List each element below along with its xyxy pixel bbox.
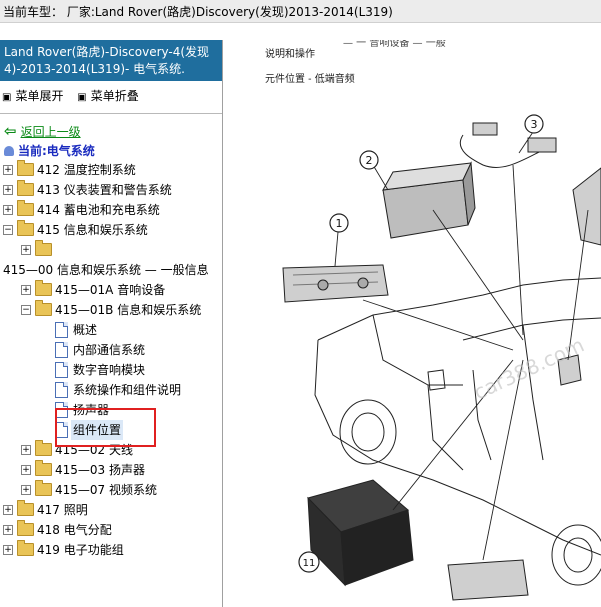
folder-icon xyxy=(17,540,34,556)
tree-item-415-00[interactable]: + xyxy=(0,240,222,260)
callout-1-label: 1 xyxy=(336,217,343,230)
window-title-bar: 当前车型： 厂家:Land Rover(路虎)Discovery(发现)2013… xyxy=(0,0,601,23)
folder-icon xyxy=(17,180,34,196)
tree-doc-system-operation[interactable]: 系统操作和组件说明 xyxy=(0,380,222,400)
tree-doc-overview[interactable]: 概述 xyxy=(0,320,222,340)
document-icon xyxy=(55,382,68,398)
document-icon xyxy=(55,362,68,378)
folder-icon xyxy=(35,460,52,476)
tree-item-413[interactable]: + 413 仪表装置和警告系统 xyxy=(0,180,222,200)
folder-icon xyxy=(17,200,34,216)
expand-icon[interactable]: + xyxy=(3,545,13,555)
folder-icon xyxy=(17,500,34,516)
front-wheel-hub xyxy=(351,412,385,452)
expand-icon[interactable]: + xyxy=(21,465,31,475)
square-icon: ▣ xyxy=(77,92,87,103)
expand-icon[interactable]: + xyxy=(3,525,13,535)
expand-icon[interactable]: + xyxy=(3,505,13,515)
tree-item-415[interactable]: − 415 信息和娱乐系统 xyxy=(0,220,222,240)
back-link[interactable]: 返回上一级 xyxy=(21,125,81,139)
rear-wheel xyxy=(551,524,601,586)
component-diagram: 1 2 3 11 car388.com xyxy=(282,114,601,601)
tree-item-415-01b[interactable]: − 415—01B 信息和娱乐系统 xyxy=(0,300,222,320)
document-icon xyxy=(55,322,68,338)
component-lower-module xyxy=(447,559,529,601)
menu-toolbar: ▣ 菜单展开 ▣ 菜单折叠 xyxy=(0,81,222,114)
tree-item-415-00-label[interactable]: 415—00 信息和娱乐系统 — 一般信息 xyxy=(0,260,222,280)
expand-icon[interactable]: + xyxy=(21,245,31,255)
expand-icon[interactable]: + xyxy=(21,285,31,295)
collapse-icon[interactable]: − xyxy=(3,225,13,235)
tree-item-415-03[interactable]: + 415—03 扬声器 xyxy=(0,460,222,480)
tree-doc-intercom[interactable]: 内部通信系统 xyxy=(0,340,222,360)
highlight-box xyxy=(55,408,156,447)
folder-icon xyxy=(35,480,52,496)
square-icon: ▣ xyxy=(2,92,12,103)
content-pane: — 一 音响设备 — 一般 说明和操作 元件位置 - 低端音频 1 2 3 11… xyxy=(223,40,601,607)
folder-open-icon xyxy=(35,300,52,316)
folder-icon xyxy=(17,520,34,536)
vehicle-window-line xyxy=(462,317,601,341)
callout-11-label: 11 xyxy=(303,558,316,569)
vehicle-hood-line xyxy=(372,314,463,386)
back-arrow-icon: ⇦ xyxy=(4,122,17,140)
component-amplifier-box xyxy=(307,479,414,587)
callout-2-label: 2 xyxy=(366,154,373,167)
folder-icon xyxy=(35,280,52,296)
tree-item-419[interactable]: + 419 电子功能组 xyxy=(0,540,222,560)
callout-3-label: 3 xyxy=(531,118,538,131)
back-link-row[interactable]: ⇦ 返回上一级 xyxy=(0,114,222,140)
collapse-icon[interactable]: − xyxy=(21,305,31,315)
folder-icon xyxy=(35,240,52,256)
sidebar-header: Land Rover(路虎)-Discovery-4(发现4)-2013-201… xyxy=(0,40,222,81)
front-wheel xyxy=(339,399,397,465)
sidebar: Land Rover(路虎)-Discovery-4(发现4)-2013-201… xyxy=(0,40,223,607)
expand-all-button[interactable]: ▣ 菜单展开 xyxy=(2,89,63,103)
vehicle-door-pillar xyxy=(522,324,544,461)
expand-icon[interactable]: + xyxy=(3,185,13,195)
component-audio-module xyxy=(382,161,476,239)
current-location: 当前:电气系统 xyxy=(0,140,222,160)
expand-icon[interactable]: + xyxy=(21,445,31,455)
collapse-all-button[interactable]: ▣ 菜单折叠 xyxy=(77,89,138,103)
document-icon xyxy=(55,342,68,358)
tree-item-414[interactable]: + 414 蓄电池和充电系统 xyxy=(0,200,222,220)
tree-item-412[interactable]: + 412 温度控制系统 xyxy=(0,160,222,180)
tree-item-417[interactable]: + 417 照明 xyxy=(0,500,222,520)
expand-icon[interactable]: + xyxy=(3,205,13,215)
folder-open-icon xyxy=(17,220,34,236)
headlamp xyxy=(427,369,446,391)
window-title: 当前车型： 厂家:Land Rover(路虎)Discovery(发现)2013… xyxy=(3,5,393,19)
expand-icon[interactable]: + xyxy=(21,485,31,495)
component-radio-panel xyxy=(282,264,389,303)
component-speaker-fragment xyxy=(572,167,601,246)
rear-wheel-hub xyxy=(563,537,593,573)
user-icon xyxy=(4,146,14,156)
tree-item-415-01a[interactable]: + 415—01A 音响设备 xyxy=(0,280,222,300)
expand-icon[interactable]: + xyxy=(3,165,13,175)
folder-icon xyxy=(17,160,34,176)
nav-tree: + 412 温度控制系统 + 413 仪表装置和警告系统 + 414 蓄电池和充… xyxy=(0,160,222,560)
tree-item-415-07[interactable]: + 415—07 视频系统 xyxy=(0,480,222,500)
tree-doc-digital-audio[interactable]: 数字音响模块 xyxy=(0,360,222,380)
folder-icon xyxy=(35,440,52,456)
vehicle-front-door xyxy=(427,384,464,471)
tree-item-418[interactable]: + 418 电气分配 xyxy=(0,520,222,540)
